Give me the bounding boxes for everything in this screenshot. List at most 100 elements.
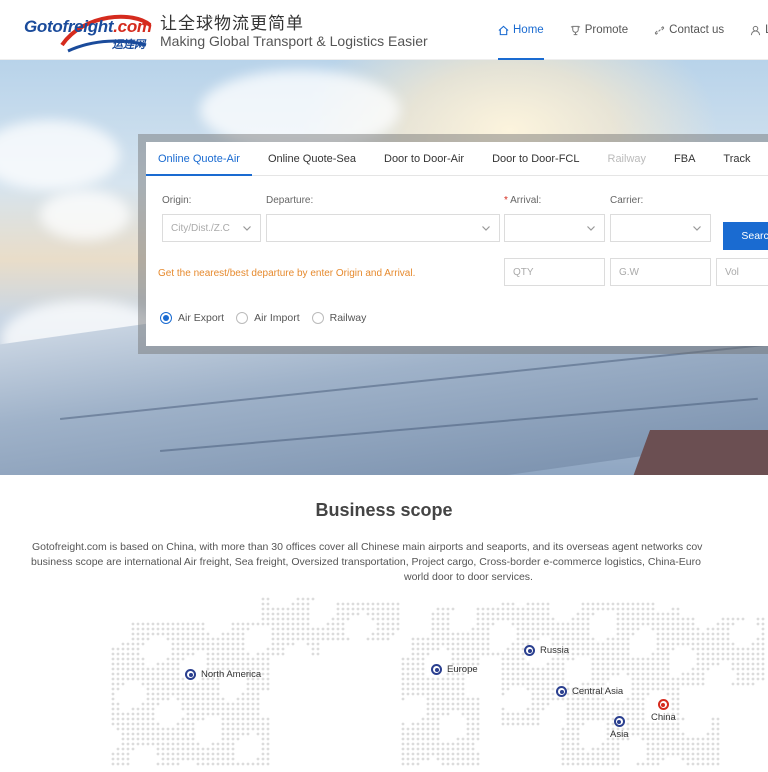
map-dot bbox=[406, 667, 410, 671]
map-dot bbox=[231, 752, 235, 756]
marker-asia[interactable]: Asia bbox=[610, 716, 628, 740]
map-dot bbox=[666, 637, 670, 641]
map-dot bbox=[351, 602, 355, 606]
map-dot bbox=[236, 632, 240, 636]
carrier-select[interactable] bbox=[610, 214, 711, 242]
map-dot bbox=[571, 622, 575, 626]
map-dot bbox=[526, 687, 530, 691]
map-dot bbox=[476, 642, 480, 646]
tab-online-quote-sea[interactable]: Online Quote-Sea bbox=[256, 142, 368, 175]
map-dot bbox=[161, 757, 165, 761]
marker-china[interactable]: China bbox=[651, 699, 676, 723]
map-dot bbox=[571, 647, 575, 651]
nav-contact[interactable]: Contact us bbox=[654, 0, 724, 60]
map-dot bbox=[546, 617, 550, 621]
map-dot bbox=[761, 657, 765, 661]
marker-north-america[interactable]: North America bbox=[185, 669, 261, 680]
tab-fba[interactable]: FBA bbox=[662, 142, 707, 175]
map-dot bbox=[651, 687, 655, 691]
departure-select[interactable] bbox=[266, 214, 500, 242]
nav-promote[interactable]: Promote bbox=[570, 0, 628, 60]
map-dot bbox=[136, 727, 140, 731]
map-dot bbox=[671, 752, 675, 756]
map-dot bbox=[561, 757, 565, 761]
arrival-select[interactable] bbox=[504, 214, 605, 242]
map-dot bbox=[461, 657, 465, 661]
marker-russia[interactable]: Russia bbox=[524, 645, 569, 656]
map-dot bbox=[461, 747, 465, 751]
map-dot bbox=[196, 742, 200, 746]
map-dot bbox=[181, 637, 185, 641]
radio-railway[interactable]: Railway bbox=[311, 312, 366, 324]
nav-login[interactable]: Lo bbox=[750, 0, 768, 60]
search-button[interactable]: Search bbox=[723, 222, 768, 250]
map-dot bbox=[221, 762, 225, 766]
gw-input[interactable]: G.W bbox=[610, 258, 711, 286]
map-dot bbox=[336, 607, 340, 611]
origin-select[interactable]: City/Dist./Z.C bbox=[162, 214, 261, 242]
map-dot bbox=[186, 637, 190, 641]
map-dot bbox=[376, 622, 380, 626]
map-dot bbox=[266, 647, 270, 651]
map-dot bbox=[561, 637, 565, 641]
map-dot bbox=[681, 682, 685, 686]
map-dot bbox=[541, 682, 545, 686]
map-dot bbox=[166, 657, 170, 661]
map-dot bbox=[591, 647, 595, 651]
radio-air-import[interactable]: Air Import bbox=[236, 312, 300, 324]
vol-input[interactable]: Vol bbox=[716, 258, 768, 286]
map-dot bbox=[591, 762, 595, 766]
tab-track[interactable]: Track bbox=[711, 142, 762, 175]
map-dot bbox=[716, 727, 720, 731]
map-dot bbox=[256, 727, 260, 731]
map-dot bbox=[431, 707, 435, 711]
map-dot bbox=[721, 657, 725, 661]
map-dot bbox=[211, 762, 215, 766]
map-dot bbox=[176, 632, 180, 636]
map-dot bbox=[176, 687, 180, 691]
map-dot bbox=[231, 757, 235, 761]
map-dot bbox=[171, 747, 175, 751]
tab-door-to-door-air[interactable]: Door to Door-Air bbox=[372, 142, 476, 175]
map-dot bbox=[236, 627, 240, 631]
map-dot bbox=[411, 687, 415, 691]
location-pin-icon bbox=[524, 645, 535, 656]
map-dot bbox=[656, 662, 660, 666]
marker-europe[interactable]: Europe bbox=[431, 664, 478, 675]
map-dot bbox=[531, 707, 535, 711]
map-dot bbox=[641, 727, 645, 731]
map-dot bbox=[296, 612, 300, 616]
map-dot bbox=[231, 732, 235, 736]
map-dot bbox=[416, 742, 420, 746]
map-dot bbox=[241, 712, 245, 716]
map-dot bbox=[196, 702, 200, 706]
map-dot bbox=[671, 742, 675, 746]
nav-home[interactable]: Home bbox=[498, 0, 544, 60]
tab-online-quote-air[interactable]: Online Quote-Air bbox=[146, 142, 252, 176]
map-dot bbox=[651, 672, 655, 676]
map-dot bbox=[641, 672, 645, 676]
quote-tabs: Online Quote-Air Online Quote-Sea Door t… bbox=[146, 142, 768, 176]
map-dot bbox=[761, 642, 765, 646]
map-dot bbox=[551, 692, 555, 696]
map-dot bbox=[531, 602, 535, 606]
tab-railway[interactable]: Railway bbox=[596, 142, 659, 175]
map-dot bbox=[276, 647, 280, 651]
map-dot bbox=[661, 642, 665, 646]
map-dot bbox=[236, 712, 240, 716]
map-dot bbox=[631, 617, 635, 621]
radio-air-export[interactable]: Air Export bbox=[160, 312, 224, 324]
map-dot bbox=[296, 637, 300, 641]
qty-input[interactable]: QTY bbox=[504, 258, 605, 286]
map-dot bbox=[406, 677, 410, 681]
site-logo[interactable]: Gotofreight.com 运连网 bbox=[24, 7, 154, 53]
map-dot bbox=[561, 677, 565, 681]
marker-central-asia[interactable]: Central Asia bbox=[556, 686, 623, 697]
map-dot bbox=[401, 682, 405, 686]
map-dot bbox=[351, 612, 355, 616]
map-dot bbox=[576, 722, 580, 726]
map-dot bbox=[546, 672, 550, 676]
tab-door-to-door-fcl[interactable]: Door to Door-FCL bbox=[480, 142, 591, 175]
map-dot bbox=[726, 622, 730, 626]
map-dot bbox=[506, 607, 510, 611]
